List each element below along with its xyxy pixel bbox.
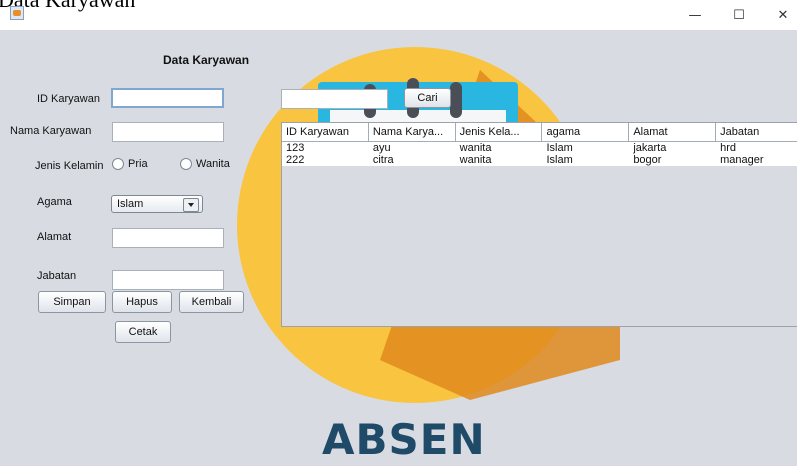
title-bar: — ☐ ✕	[0, 0, 797, 30]
calendar-ring-3	[450, 82, 462, 118]
chevron-down-icon[interactable]	[183, 198, 199, 212]
simpan-button[interactable]: Simpan	[38, 291, 106, 313]
table-cell[interactable]: ayu	[369, 142, 456, 154]
cari-button[interactable]: Cari	[404, 88, 451, 108]
column-header[interactable]: Alamat	[629, 123, 717, 141]
nama-karyawan-label: Nama Karyawan	[10, 125, 92, 137]
table-row[interactable]: 222 citra wanita Islam bogor manager	[282, 154, 797, 166]
hapus-button[interactable]: Hapus	[112, 291, 172, 313]
column-header[interactable]: Jenis Kela...	[456, 123, 543, 141]
close-button[interactable]: ✕	[770, 6, 796, 24]
karyawan-table[interactable]: ID Karyawan Nama Karya... Jenis Kela... …	[281, 122, 797, 327]
cetak-button[interactable]: Cetak	[115, 321, 171, 343]
column-header[interactable]: ID Karyawan	[282, 123, 369, 141]
table-cell[interactable]: bogor	[629, 154, 716, 166]
radio-wanita[interactable]: Wanita	[180, 158, 230, 170]
table-cell[interactable]: hrd	[716, 142, 797, 154]
table-cell[interactable]: wanita	[456, 142, 543, 154]
jabatan-input[interactable]	[112, 270, 224, 290]
jenis-kelamin-label: Jenis Kelamin	[35, 160, 104, 172]
table-cell[interactable]: manager	[716, 154, 797, 166]
absen-logo-text: ABSEN	[322, 415, 486, 464]
id-karyawan-input[interactable]	[111, 88, 224, 108]
id-karyawan-label: ID Karyawan	[37, 93, 100, 105]
alamat-label: Alamat	[37, 231, 72, 243]
java-app-icon	[10, 6, 24, 20]
maximize-button[interactable]: ☐	[726, 6, 752, 24]
content-pane: Data Karyawan ID Karyawan Nama Karyawan …	[0, 30, 797, 466]
column-header[interactable]: Jabatan	[716, 123, 797, 141]
radio-pria-circle[interactable]	[112, 158, 124, 170]
radio-pria[interactable]: Pria	[112, 158, 148, 170]
table-cell[interactable]: 123	[282, 142, 369, 154]
minimize-button[interactable]: —	[682, 6, 708, 24]
alamat-input[interactable]	[112, 228, 224, 248]
table-cell[interactable]: 222	[282, 154, 369, 166]
kembali-button[interactable]: Kembali	[179, 291, 244, 313]
form-heading: Data Karyawan	[163, 53, 250, 67]
table-cell[interactable]: Islam	[542, 154, 629, 166]
agama-selected-value: Islam	[117, 198, 144, 210]
jabatan-label: Jabatan	[37, 270, 77, 282]
search-input[interactable]	[281, 89, 388, 109]
table-cell[interactable]: Islam	[542, 142, 629, 154]
table-cell[interactable]: wanita	[456, 154, 543, 166]
table-cell[interactable]: jakarta	[629, 142, 716, 154]
column-header[interactable]: Nama Karya...	[369, 123, 456, 141]
agama-label: Agama	[37, 196, 72, 208]
radio-pria-label: Pria	[128, 158, 148, 170]
table-body: 123 ayu wanita Islam jakarta hrd 222 cit…	[282, 142, 797, 166]
table-header: ID Karyawan Nama Karya... Jenis Kela... …	[282, 123, 797, 142]
column-header[interactable]: agama	[542, 123, 630, 141]
agama-select[interactable]: Islam	[111, 195, 203, 213]
nama-karyawan-input[interactable]	[112, 122, 224, 142]
table-cell[interactable]: citra	[369, 154, 456, 166]
radio-wanita-label: Wanita	[196, 158, 230, 170]
radio-wanita-circle[interactable]	[180, 158, 192, 170]
table-row[interactable]: 123 ayu wanita Islam jakarta hrd	[282, 142, 797, 154]
